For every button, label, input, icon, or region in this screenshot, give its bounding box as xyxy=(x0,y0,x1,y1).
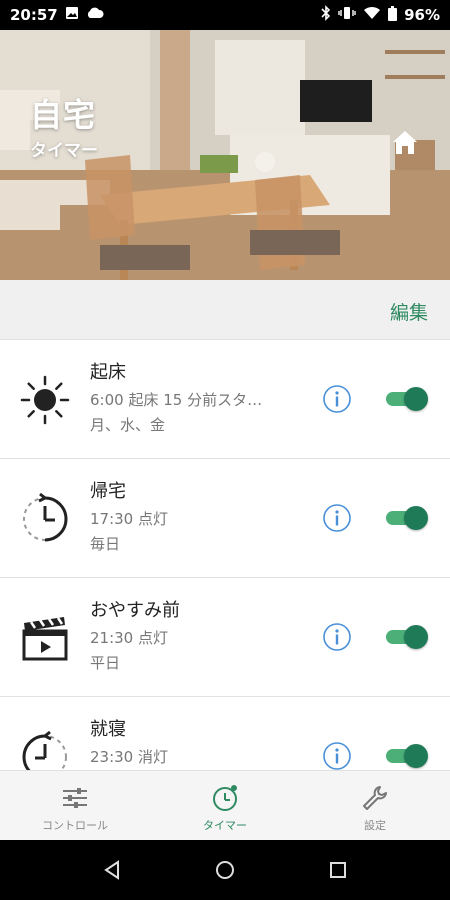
timer-row-before-sleep[interactable]: おやすみ前 21:30 点灯 平日 xyxy=(0,578,450,697)
image-icon xyxy=(65,6,79,24)
timer-detail: 23:30 消灯 xyxy=(90,748,168,766)
home-icon xyxy=(393,131,417,154)
header-banner: 自宅 タイマー xyxy=(0,30,450,280)
back-icon[interactable] xyxy=(102,860,122,880)
timer-days: 毎日 xyxy=(90,535,121,553)
timer-detail: 21:30 点灯 xyxy=(90,629,168,647)
timer-name: 就寝 xyxy=(90,719,126,740)
timer-row-bedtime[interactable]: 就寝 23:30 消灯 xyxy=(0,697,450,770)
timer-name: 起床 xyxy=(90,362,126,383)
timer-clock-icon xyxy=(22,730,67,770)
nav-item-timer[interactable]: タイマー xyxy=(150,771,300,841)
wifi-icon xyxy=(363,6,381,24)
system-nav-bar xyxy=(0,840,450,900)
toolbar: 編集 xyxy=(0,280,450,340)
timer-days: 平日 xyxy=(90,654,121,672)
timer-toggle[interactable] xyxy=(384,504,428,532)
timer-detail: 17:30 点灯 xyxy=(90,510,168,528)
status-time: 20:57 xyxy=(10,6,58,24)
vibrate-icon xyxy=(338,6,356,24)
timer-detail: 6:00 起床 15 分前スタ… xyxy=(90,391,263,409)
timer-days: 月、水、金 xyxy=(90,416,166,434)
timer-icon xyxy=(213,785,237,811)
info-icon[interactable] xyxy=(322,622,352,652)
page-subtitle: タイマー xyxy=(30,141,98,161)
nav-item-settings[interactable]: 設定 xyxy=(300,771,450,841)
home-button[interactable] xyxy=(388,125,422,159)
info-icon[interactable] xyxy=(322,503,352,533)
battery-icon xyxy=(388,5,398,25)
timer-row-wakeup[interactable]: 起床 6:00 起床 15 分前スタ… 月、水、金 xyxy=(0,340,450,459)
home-nav-icon[interactable] xyxy=(215,860,235,880)
clapperboard-icon xyxy=(22,617,68,661)
nav-label: コントロール xyxy=(42,819,108,832)
timer-name: 帰宅 xyxy=(90,481,126,502)
info-icon[interactable] xyxy=(322,384,352,414)
wrench-icon xyxy=(363,786,387,810)
bottom-nav: コントロール タイマー 設定 xyxy=(0,770,450,840)
nav-label: タイマー xyxy=(203,819,247,832)
timer-toggle[interactable] xyxy=(384,742,428,770)
timer-toggle[interactable] xyxy=(384,623,428,651)
bluetooth-icon xyxy=(321,5,331,25)
cloud-icon xyxy=(86,6,104,24)
status-bar: 20:57 96% xyxy=(0,0,450,30)
edit-button[interactable]: 編集 xyxy=(390,298,428,325)
info-icon[interactable] xyxy=(322,741,352,770)
page-title: 自宅 xyxy=(30,96,97,134)
timer-name: おやすみ前 xyxy=(90,600,180,621)
sliders-icon xyxy=(63,788,87,808)
sun-icon xyxy=(20,375,70,425)
timer-list: 起床 6:00 起床 15 分前スタ… 月、水、金 帰宅 17:30 点灯 毎日 xyxy=(0,340,450,770)
timer-row-return-home[interactable]: 帰宅 17:30 点灯 毎日 xyxy=(0,459,450,578)
timer-clock-icon xyxy=(23,492,68,542)
nav-label: 設定 xyxy=(364,819,386,832)
recents-icon[interactable] xyxy=(328,860,348,880)
battery-level: 96% xyxy=(404,6,440,24)
timer-toggle[interactable] xyxy=(384,385,428,413)
nav-item-control[interactable]: コントロール xyxy=(0,771,150,841)
